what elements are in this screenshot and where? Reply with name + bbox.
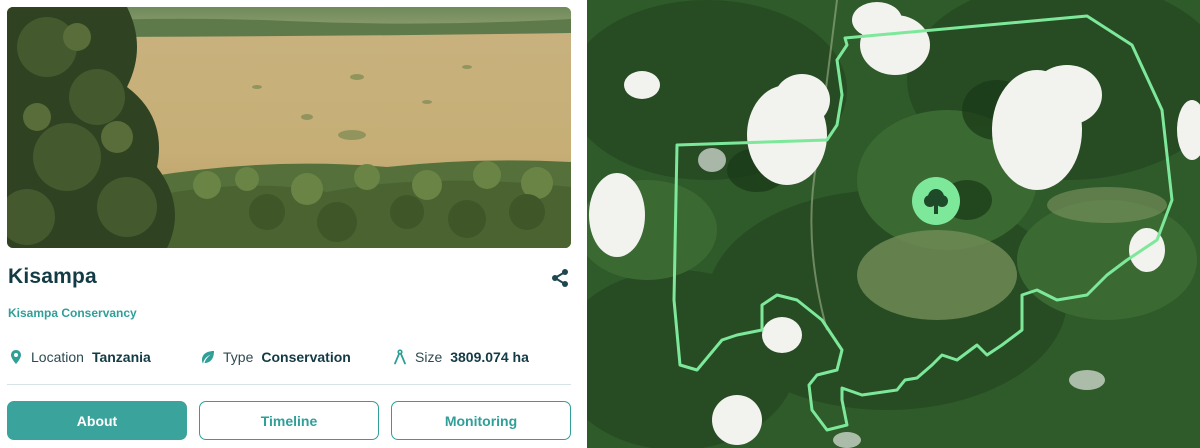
project-title: Kisampa — [8, 265, 97, 288]
project-photo — [7, 7, 571, 248]
location-pin-icon — [8, 349, 24, 365]
size-label: Size — [415, 349, 443, 365]
leaf-icon — [200, 349, 216, 365]
project-card: Kisampa Kisampa Conservancy Location Tan… — [0, 0, 578, 448]
location-detail: Location Tanzania — [8, 347, 151, 367]
location-label: Location — [31, 349, 84, 365]
type-detail: Type Conservation — [200, 347, 351, 367]
tab-timeline[interactable]: Timeline — [199, 401, 379, 440]
organization-link[interactable]: Kisampa Conservancy — [8, 306, 137, 320]
size-detail: Size 3809.074 ha — [392, 347, 529, 367]
divider — [7, 384, 571, 385]
satellite-map[interactable] — [587, 0, 1200, 448]
tab-monitoring[interactable]: Monitoring — [391, 401, 571, 440]
size-value: 3809.074 ha — [450, 349, 529, 365]
share-icon[interactable] — [548, 266, 572, 290]
tab-about[interactable]: About — [7, 401, 187, 440]
compass-icon — [392, 349, 408, 365]
type-value: Conservation — [261, 349, 351, 365]
type-label: Type — [223, 349, 254, 365]
tree-icon[interactable] — [912, 177, 960, 225]
location-value: Tanzania — [91, 349, 151, 365]
